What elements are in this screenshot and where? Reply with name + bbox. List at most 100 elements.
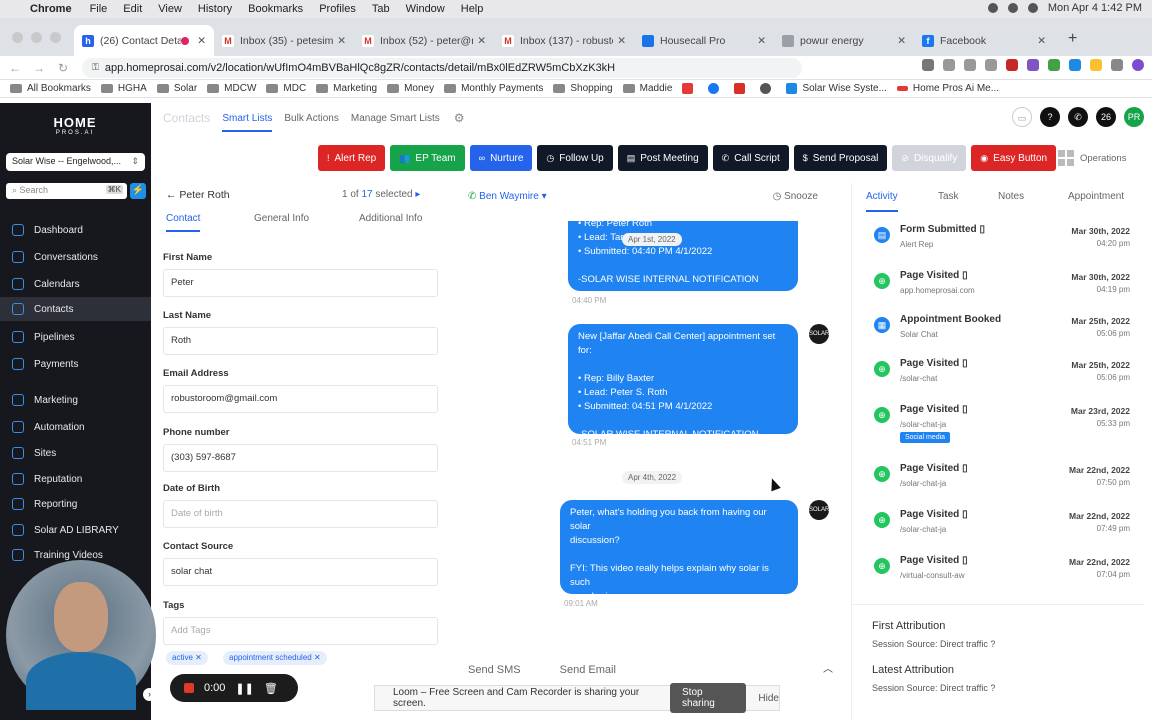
extension-icon[interactable] (1069, 59, 1081, 71)
home-pros-logo[interactable]: HOME PROS.AI (40, 115, 110, 139)
bookmark-maddie[interactable]: Maddie (622, 83, 672, 94)
new-tab-button[interactable]: + (1068, 30, 1077, 48)
avatar[interactable]: PR (1124, 107, 1144, 127)
operations-button[interactable]: Operations (1058, 147, 1126, 169)
location-switcher[interactable]: Solar Wise -- Engelwood,... ⇕ (6, 153, 145, 171)
email-input[interactable]: robustoroom@gmail.com (163, 385, 438, 413)
bookmark-all[interactable]: All Bookmarks (10, 83, 91, 94)
sidebar-item-dashboard[interactable]: Dashboard (0, 218, 151, 242)
close-window-icon[interactable] (12, 32, 23, 43)
wifi-icon[interactable] (987, 3, 998, 13)
tab-activity[interactable]: Activity (866, 191, 898, 212)
chevron-up-icon[interactable]: ︿ (823, 660, 833, 675)
follow-up-button[interactable]: ◷ Follow Up (537, 145, 613, 171)
tab-general-info[interactable]: General Info (254, 213, 309, 224)
close-tab-icon[interactable]: ✕ (337, 35, 346, 47)
tab-manage-smart-lists[interactable]: Manage Smart Lists (351, 113, 440, 124)
bookmark-solar-wise[interactable]: Solar Wise Syste... (786, 83, 887, 94)
sidebar-item-reporting[interactable]: Reporting (0, 492, 151, 516)
trash-icon[interactable]: 🗑 (264, 682, 278, 695)
menu-file[interactable]: File (90, 3, 108, 15)
menu-profiles[interactable]: Profiles (319, 3, 356, 15)
snooze-button[interactable]: ◷ Snooze (773, 191, 818, 202)
bookmark-mdc[interactable]: MDC (266, 83, 306, 94)
remove-tag-icon[interactable]: ✕ (195, 653, 202, 662)
activity-item[interactable]: ▤ Form Submitted ▯ Alert Rep Mar 30th, 2… (874, 224, 1130, 264)
bookmark-money[interactable]: Money (387, 83, 434, 94)
zoom-icon[interactable] (943, 59, 955, 71)
tab-gmail-1[interactable]: M Inbox (35) - petesim ✕ (214, 25, 354, 56)
help-icon[interactable]: ? (990, 683, 995, 693)
extension-icon[interactable] (1006, 59, 1018, 71)
activity-item[interactable]: ⊕ Page Visited ▯ app.homeprosai.com Mar … (874, 270, 1130, 310)
sidebar-item-reputation[interactable]: Reputation (0, 467, 151, 491)
tab-notes[interactable]: Notes (998, 191, 1024, 202)
sidebar-item-automation[interactable]: Automation (0, 415, 151, 439)
sidebar-item-contacts[interactable]: Contacts (0, 297, 151, 321)
menu-tab[interactable]: Tab (372, 3, 390, 15)
sidebar-item-sites[interactable]: Sites (0, 441, 151, 465)
message-bubble[interactable]: • Rep: Peter Roth • Lead: Tar • Submitte… (568, 221, 798, 291)
close-tab-icon[interactable]: ✕ (1037, 35, 1046, 47)
back-icon[interactable]: ← (6, 61, 24, 75)
disqualify-button[interactable]: ⊘ Disqualify (892, 145, 967, 171)
menu-history[interactable]: History (198, 3, 232, 15)
pause-icon[interactable]: ❚❚ (235, 682, 253, 695)
clock[interactable]: Mon Apr 4 1:42 PM (1048, 2, 1142, 14)
help-icon[interactable]: ? (990, 639, 995, 649)
tab-contact[interactable]: Contact (166, 213, 201, 232)
tab-send-email[interactable]: Send Email (560, 664, 616, 676)
message-bubble[interactable]: New [Jaffar Abedi Call Center] appointme… (568, 324, 798, 440)
back-arrow-icon[interactable]: ← (166, 189, 179, 201)
pager-total[interactable]: 17 (361, 189, 372, 200)
quick-action-icon[interactable]: ⚡ (130, 183, 146, 199)
menu-help[interactable]: Help (461, 3, 484, 15)
tab-gmail-2[interactable]: M Inbox (52) - peter@m ✕ (354, 25, 494, 56)
assignee-dropdown[interactable]: ✆ Ben Waymire ▾ (468, 191, 547, 202)
sidebar-item-calendars[interactable]: Calendars (0, 272, 151, 296)
activity-item[interactable]: ⊕ Page Visited ▯ /solar-chat Mar 25th, 2… (874, 358, 1130, 398)
tab-additional-info[interactable]: Additional Info (359, 213, 422, 224)
bookmark-mdcw[interactable]: MDCW (207, 83, 256, 94)
zoom-window-icon[interactable] (50, 32, 61, 43)
youtube-link[interactable]: https://www.youtube.com/watch?v=_Xm6Fo8h… (570, 605, 778, 616)
forward-icon[interactable]: → (30, 61, 48, 75)
tab-bulk-actions[interactable]: Bulk Actions (284, 113, 338, 124)
ep-team-button[interactable]: 👥 EP Team (390, 145, 465, 171)
message-bubble[interactable]: Peter, what's holding you back from havi… (560, 500, 798, 616)
url-field[interactable]: ⚿ app.homeprosai.com/v2/location/wUfImO4… (82, 57, 802, 78)
close-tab-icon[interactable]: ✕ (897, 35, 906, 47)
sidebar-item-solar-ad-library[interactable]: Solar AD LIBRARY (0, 518, 151, 542)
sidebar-item-payments[interactable]: Payments (0, 352, 151, 376)
extension-icon[interactable] (1090, 59, 1102, 71)
bookmark-facebook[interactable] (708, 83, 724, 94)
tab-gmail-3[interactable]: M Inbox (137) - robusto ✕ (494, 25, 634, 56)
contact-source-input[interactable]: solar chat (163, 558, 438, 586)
camera-icon[interactable] (922, 59, 934, 71)
extension-icon[interactable] (1027, 59, 1039, 71)
activity-item[interactable]: ⊕ Page Visited ▯ /solar-chat-ja Social m… (874, 404, 1130, 454)
bookmark-youtube[interactable] (682, 83, 698, 94)
bookmark-marketing[interactable]: Marketing (316, 83, 377, 94)
minimize-window-icon[interactable] (31, 32, 42, 43)
tab-contacts[interactable]: Contacts (163, 111, 210, 125)
sidebar-item-marketing[interactable]: Marketing (0, 388, 151, 412)
hide-button[interactable]: Hide (758, 693, 779, 704)
bookmark-gmail[interactable] (734, 83, 750, 94)
help-icon[interactable]: ? (1040, 107, 1060, 127)
search-icon[interactable] (1027, 3, 1038, 13)
close-tab-icon[interactable]: ✕ (617, 35, 626, 47)
tag-chip[interactable]: appointment scheduled ✕ (223, 651, 327, 665)
webcam-bubble[interactable] (6, 560, 156, 710)
close-tab-icon[interactable]: ✕ (757, 35, 766, 47)
remove-tag-icon[interactable]: ✕ (314, 653, 321, 662)
menu-window[interactable]: Window (406, 3, 445, 15)
bookmark-monthly-payments[interactable]: Monthly Payments (444, 83, 543, 94)
menu-view[interactable]: View (158, 3, 182, 15)
activity-item[interactable]: ⊕ Page Visited ▯ /solar-chat-ja Mar 22nd… (874, 463, 1130, 503)
bookmark-shopping[interactable]: Shopping (553, 83, 613, 94)
easy-button[interactable]: ◉ Easy Button (971, 145, 1057, 171)
battery-icon[interactable] (1007, 3, 1018, 13)
sidebar-search[interactable]: ⌕ Search ⌘K (6, 183, 127, 199)
sidebar-item-pipelines[interactable]: Pipelines (0, 325, 151, 349)
